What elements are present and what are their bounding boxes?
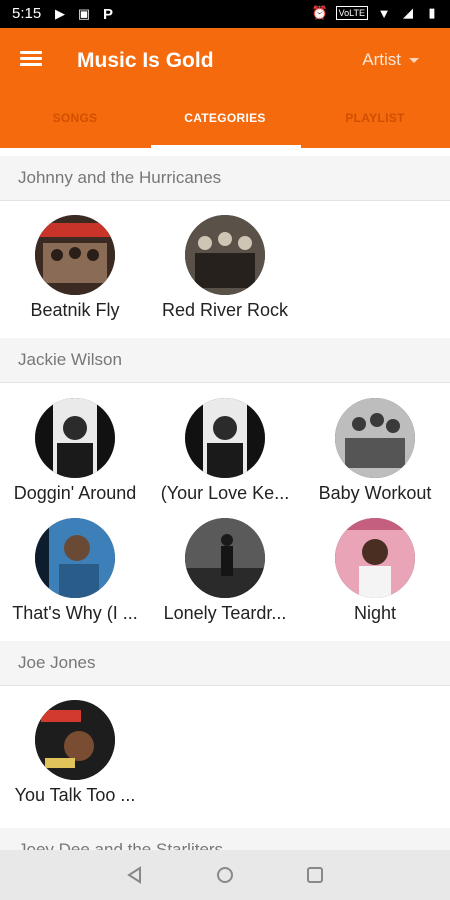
section-header: Joey Dee and the Starliters [0,828,450,850]
album-art [185,398,265,478]
section-title: Jackie Wilson [18,350,122,369]
alarm-icon: ⏰ [311,5,328,20]
status-time: 5:15 [12,5,42,22]
song-title: Red River Rock [161,300,289,320]
section-header: Johnny and the Hurricanes [0,156,450,201]
song-item[interactable]: That's Why (I ... [0,518,150,624]
song-title: Baby Workout [318,483,432,503]
battery-icon: ▮ [428,5,436,20]
image-icon: ▣ [77,6,91,21]
album-art [35,518,115,598]
song-title: Beatnik Fly [30,300,120,320]
notification-icons: ▶ ▣ P [52,5,116,23]
album-art [35,700,115,780]
recents-icon[interactable] [305,865,325,885]
album-art [335,518,415,598]
system-nav-bar [0,850,450,900]
home-icon[interactable] [215,865,235,885]
app-p-icon: P [102,5,113,23]
section-header: Joe Jones [0,641,450,686]
song-title: That's Why (I ... [12,603,138,623]
song-item[interactable]: (Your Love Ke... [150,398,300,504]
back-icon[interactable] [125,865,145,885]
artist-dropdown-label: Artist [362,50,401,69]
song-item[interactable]: Lonely Teardr... [150,518,300,624]
app-bar: Music Is Gold Artist SONGS CATEGORIES PL… [0,28,450,148]
tab-categories[interactable]: CATEGORIES [150,100,300,148]
artist-dropdown[interactable]: Artist [362,50,419,70]
song-item[interactable]: Red River Rock [150,215,300,321]
song-title: Doggin' Around [13,483,137,503]
wifi-icon: ▼ [377,5,391,21]
song-title: Lonely Teardr... [163,603,287,623]
album-art [185,518,265,598]
system-icons: ⏰ VoLTE ▼ ◢ ▮ [312,5,440,21]
volte-icon: VoLTE [335,6,368,20]
album-art [185,215,265,295]
status-bar: 5:15 ▶ ▣ P ⏰ VoLTE ▼ ◢ ▮ [0,0,450,28]
categories-list[interactable]: Johnny and the Hurricanes Beatnik Fly Re… [0,148,450,850]
section-title: Joey Dee and the Starliters [18,840,224,850]
menu-icon[interactable] [20,48,42,68]
album-art [35,215,115,295]
app-title: Music Is Gold [77,49,214,72]
tab-bar: SONGS CATEGORIES PLAYLIST [0,100,450,148]
section-header: Jackie Wilson [0,338,450,383]
album-art [35,398,115,478]
section-title: Joe Jones [18,653,96,672]
song-item[interactable]: Baby Workout [300,398,450,504]
tab-playlist[interactable]: PLAYLIST [300,100,450,148]
song-item[interactable]: Doggin' Around [0,398,150,504]
signal-icon: ◢ [403,5,413,20]
dropdown-arrow-icon [409,57,419,63]
tab-songs[interactable]: SONGS [0,100,150,148]
song-item[interactable]: Night [300,518,450,624]
song-item[interactable]: You Talk Too ... [0,700,150,806]
song-item[interactable]: Beatnik Fly [0,215,150,321]
song-title: (Your Love Ke... [160,483,290,503]
album-art [335,398,415,478]
section-title: Johnny and the Hurricanes [18,168,222,187]
play-icon: ▶ [55,6,65,21]
song-title: Night [353,603,397,623]
song-title: You Talk Too ... [14,785,136,805]
